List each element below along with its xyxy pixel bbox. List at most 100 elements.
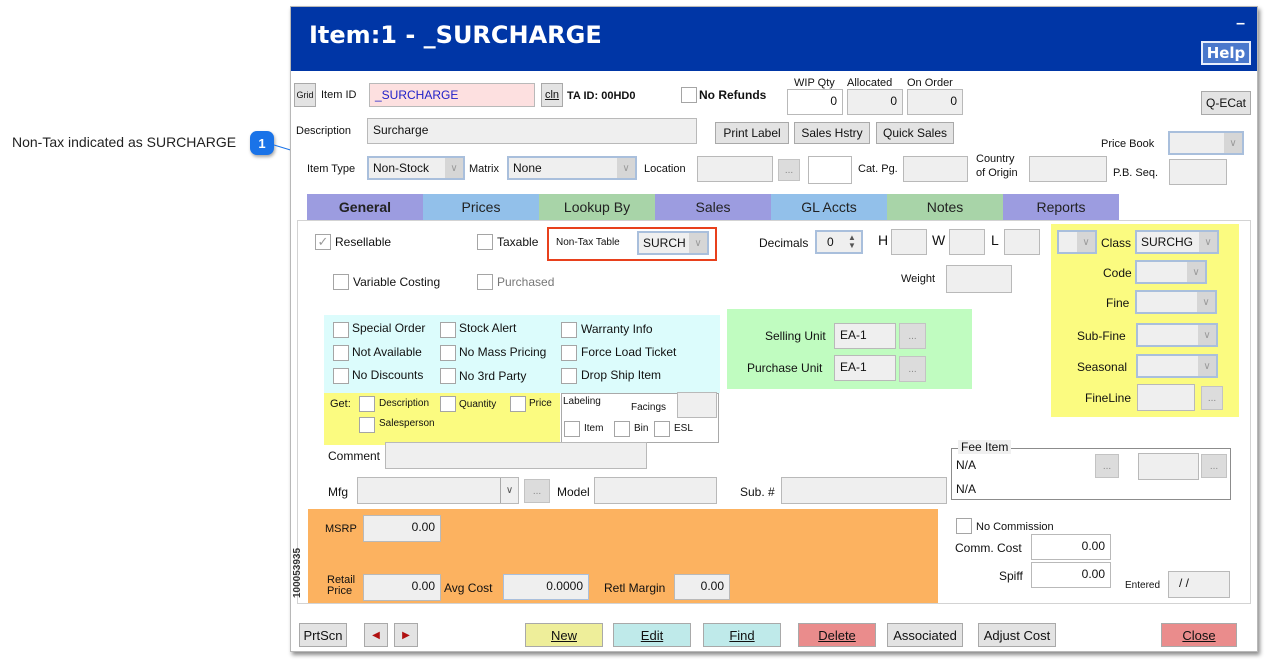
sub-fine-select[interactable]: ∨ <box>1136 323 1218 347</box>
no-mass-pricing-checkbox[interactable] <box>440 345 456 361</box>
selling-unit-browse-button[interactable]: ... <box>899 323 926 349</box>
adjust-cost-button[interactable]: Adjust Cost <box>978 623 1056 647</box>
drop-ship-item-checkbox[interactable] <box>561 368 577 384</box>
non-tax-table-label: Non-Tax Table <box>556 237 620 248</box>
purchase-unit-input[interactable]: EA-1 <box>834 355 896 381</box>
sub-number-label: Sub. # <box>740 485 775 499</box>
comment-label: Comment <box>328 449 381 463</box>
tab-lookup-by[interactable]: Lookup By <box>539 194 655 220</box>
taxable-label: Taxable <box>497 235 539 249</box>
grid-button[interactable]: Grid <box>294 83 316 107</box>
tab-reports[interactable]: Reports <box>1003 194 1119 220</box>
tab-notes[interactable]: Notes <box>887 194 1003 220</box>
spinner-arrows-icon[interactable]: ▲ ▼ <box>843 232 861 252</box>
print-label-button[interactable]: Print Label <box>715 122 789 144</box>
variable-costing-checkbox[interactable] <box>333 274 349 290</box>
resellable-checkbox[interactable]: ✓ <box>315 234 331 250</box>
label-esl-checkbox[interactable] <box>654 421 670 437</box>
fee-item-input[interactable] <box>1138 453 1199 480</box>
model-input[interactable] <box>594 477 717 504</box>
close-button[interactable]: Close <box>1161 623 1237 647</box>
not-available-checkbox[interactable] <box>333 345 349 361</box>
pb-seq-input[interactable] <box>1169 159 1227 185</box>
facings-input[interactable] <box>677 392 717 418</box>
fee-item-browse-button[interactable]: ... <box>1095 454 1119 478</box>
force-load-ticket-checkbox[interactable] <box>561 345 577 361</box>
q-ecat-button[interactable]: Q-ECat <box>1201 91 1251 115</box>
get-price-checkbox[interactable] <box>510 396 526 412</box>
selling-unit-input[interactable]: EA-1 <box>834 323 896 349</box>
weight-input[interactable] <box>946 265 1012 293</box>
tab-gl-accts[interactable]: GL Accts <box>771 194 887 220</box>
height-input[interactable] <box>891 229 927 255</box>
tab-sales[interactable]: Sales <box>655 194 771 220</box>
mfg-browse-button[interactable]: ... <box>524 479 550 503</box>
warranty-info-checkbox[interactable] <box>561 322 577 338</box>
no-commission-checkbox[interactable] <box>956 518 972 534</box>
seasonal-select[interactable]: ∨ <box>1136 354 1218 378</box>
class-select[interactable]: SURCHG ∨ <box>1135 230 1219 254</box>
comment-input[interactable] <box>385 442 647 469</box>
item-type-select[interactable]: Non-Stock ∨ <box>367 156 465 180</box>
no-refunds-checkbox[interactable] <box>681 87 697 103</box>
matrix-select[interactable]: None ∨ <box>507 156 637 180</box>
get-quantity-checkbox[interactable] <box>440 396 456 412</box>
width-input[interactable] <box>949 229 985 255</box>
get-salesperson-checkbox[interactable] <box>359 417 375 433</box>
mfg-select[interactable]: ∨ <box>357 477 519 504</box>
price-book-select[interactable]: ∨ <box>1168 131 1244 155</box>
cln-button[interactable]: cln <box>541 83 563 107</box>
retl-margin-input[interactable]: 0.00 <box>674 574 730 600</box>
tab-prices[interactable]: Prices <box>423 194 539 220</box>
find-button[interactable]: Find <box>703 623 781 647</box>
avg-cost-input[interactable]: 0.0000 <box>503 574 589 600</box>
new-button[interactable]: New <box>525 623 603 647</box>
stock-alert-checkbox[interactable] <box>440 322 456 338</box>
delete-button[interactable]: Delete <box>798 623 876 647</box>
spiff-input[interactable]: 0.00 <box>1031 562 1111 588</box>
country-of-origin-input[interactable] <box>1029 156 1107 182</box>
fineline-browse-button[interactable]: ... <box>1201 386 1223 410</box>
special-order-label: Special Order <box>352 321 426 335</box>
label-bin-checkbox[interactable] <box>614 421 630 437</box>
description-input[interactable]: Surcharge <box>367 118 697 144</box>
length-input[interactable] <box>1004 229 1040 255</box>
retail-price-input[interactable]: 0.00 <box>363 574 441 601</box>
code-select[interactable]: ∨ <box>1135 260 1207 284</box>
label-item-checkbox[interactable] <box>564 421 580 437</box>
decimals-spinner[interactable]: 0 ▲ ▼ <box>815 230 863 254</box>
location-extra-input[interactable] <box>808 156 852 184</box>
tab-general[interactable]: General <box>307 194 423 220</box>
minimize-button[interactable]: – <box>1236 15 1245 33</box>
sales-history-button[interactable]: Sales Hstry <box>794 122 870 144</box>
fineline-input[interactable] <box>1137 384 1195 411</box>
location-input[interactable] <box>697 156 773 182</box>
non-tax-table-select[interactable]: SURCH ∨ <box>637 231 709 255</box>
fine-select[interactable]: ∨ <box>1135 290 1217 314</box>
location-browse-button[interactable]: ... <box>778 159 800 181</box>
next-record-button[interactable]: ▶ <box>394 623 418 647</box>
taxable-checkbox[interactable] <box>477 234 493 250</box>
purchased-checkbox[interactable] <box>477 274 493 290</box>
fee-item-browse-button-2[interactable]: ... <box>1201 454 1227 478</box>
class-prefix-select[interactable]: ∨ <box>1057 230 1097 254</box>
cat-pg-input[interactable] <box>903 156 968 182</box>
sub-number-input[interactable] <box>781 477 947 504</box>
associated-button[interactable]: Associated <box>887 623 963 647</box>
no-3rd-party-checkbox[interactable] <box>440 368 456 384</box>
special-order-checkbox[interactable] <box>333 322 349 338</box>
wip-qty-field[interactable]: 0 <box>787 89 843 115</box>
help-button[interactable]: Help <box>1201 41 1251 65</box>
item-id-input[interactable]: _SURCHARGE <box>369 83 535 107</box>
edit-button[interactable]: Edit <box>613 623 691 647</box>
purchase-unit-browse-button[interactable]: ... <box>899 356 926 382</box>
previous-record-button[interactable]: ◀ <box>364 623 388 647</box>
print-screen-button[interactable]: PrtScn <box>299 623 347 647</box>
get-description-checkbox[interactable] <box>359 396 375 412</box>
comm-cost-input[interactable]: 0.00 <box>1031 534 1111 560</box>
no-discounts-checkbox[interactable] <box>333 368 349 384</box>
quick-sales-button[interactable]: Quick Sales <box>876 122 954 144</box>
chevron-down-icon: ∨ <box>500 478 518 503</box>
item-type-value: Non-Stock <box>373 161 430 175</box>
msrp-input[interactable]: 0.00 <box>363 515 441 542</box>
